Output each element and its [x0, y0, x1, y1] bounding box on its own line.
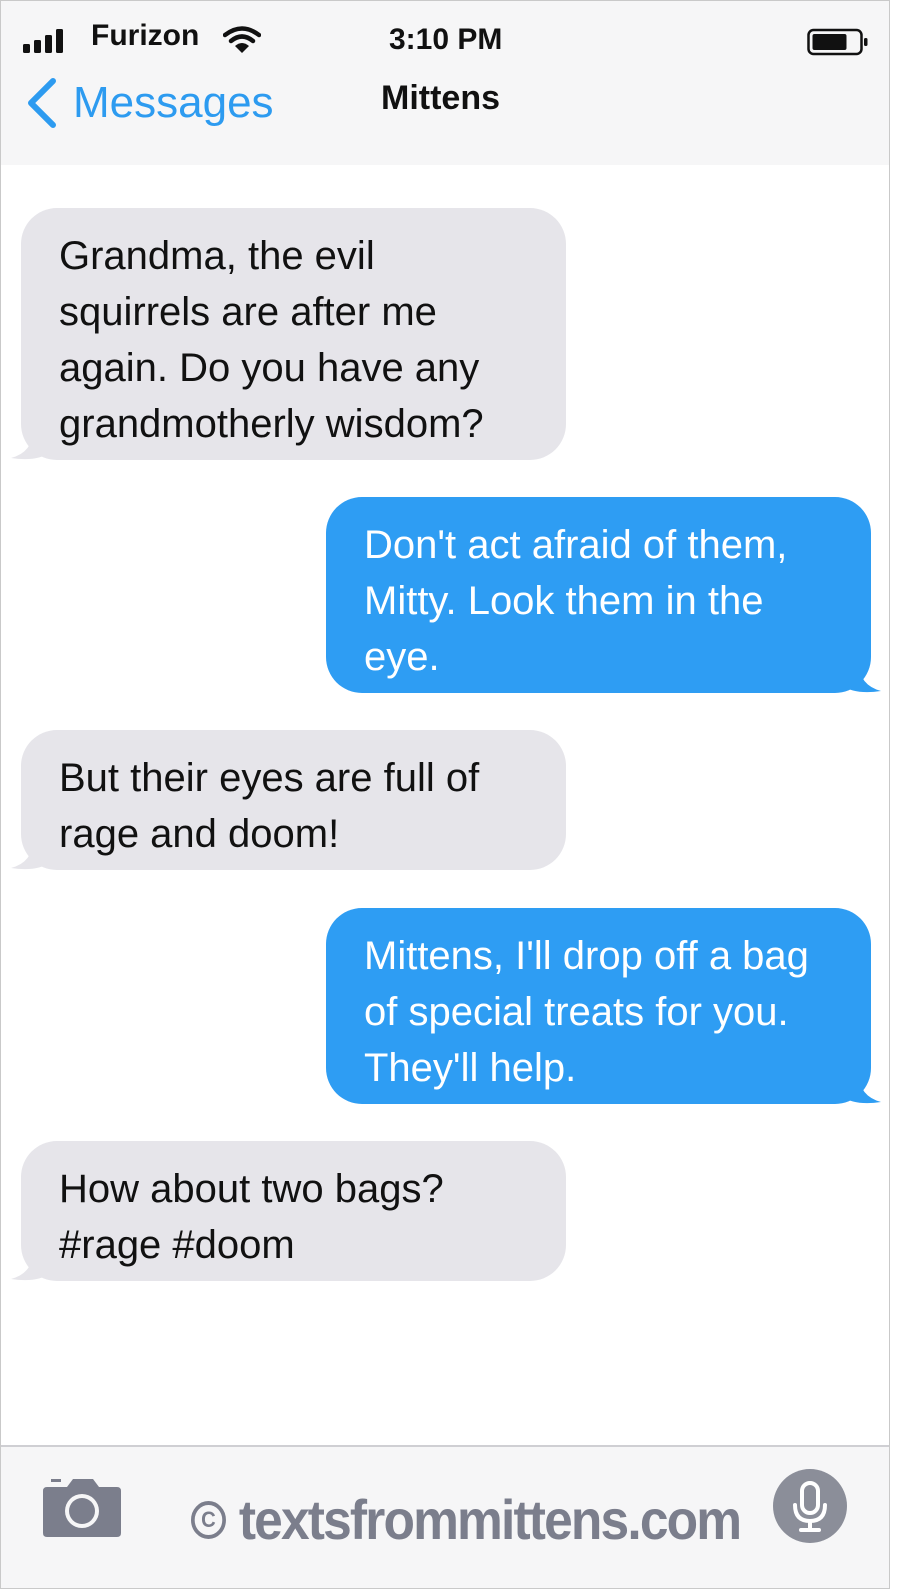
- copyright-icon: C: [191, 1500, 226, 1539]
- header: Furizon 3:10 PM Messages Mittens: [1, 0, 889, 165]
- message-text: But their eyes are full of rage and doom…: [59, 756, 480, 856]
- signal-bars-icon: [23, 29, 63, 53]
- chevron-left-icon: [28, 78, 56, 128]
- received-message[interactable]: But their eyes are full of rage and doom…: [11, 730, 566, 870]
- microphone-icon: [793, 1481, 827, 1532]
- received-message[interactable]: Grandma, the evil squirrels are after me…: [11, 208, 566, 460]
- bubble-tail: [11, 1251, 51, 1281]
- camera-icon[interactable]: [43, 1475, 121, 1537]
- back-label: Messages: [73, 78, 274, 127]
- message-text: Mittens, I'll drop off a bag of special …: [364, 934, 809, 1090]
- contact-name: Mittens: [381, 79, 500, 117]
- microphone-button[interactable]: [773, 1469, 847, 1543]
- sent-message[interactable]: Mittens, I'll drop off a bag of special …: [326, 908, 881, 1104]
- watermark-text: textsfrommittens.com: [238, 1488, 742, 1551]
- bubble-tail: [841, 663, 881, 693]
- carrier-name: Furizon: [91, 19, 200, 52]
- bottom-bar: C textsfrommittens.com: [1, 1445, 889, 1588]
- wifi-icon: [223, 26, 261, 53]
- received-message[interactable]: How about two bags? #rage #doom: [11, 1141, 566, 1281]
- message-text: How about two bags? #rage #doom: [59, 1167, 444, 1267]
- bubble-tail: [841, 1074, 881, 1104]
- battery-icon: [807, 28, 868, 56]
- watermark: C textsfrommittens.com: [191, 1487, 742, 1552]
- status-time: 3:10 PM: [389, 23, 503, 56]
- message-text: Grandma, the evil squirrels are after me…: [59, 234, 484, 446]
- bubble-tail: [11, 840, 51, 870]
- sent-message[interactable]: Don't act afraid of them, Mitty. Look th…: [326, 497, 881, 693]
- messages-screen: Furizon 3:10 PM Messages Mittens Grandma…: [0, 0, 890, 1589]
- bubble-tail: [11, 430, 51, 460]
- back-button[interactable]: Messages: [23, 73, 274, 133]
- message-text: Don't act afraid of them, Mitty. Look th…: [364, 523, 788, 679]
